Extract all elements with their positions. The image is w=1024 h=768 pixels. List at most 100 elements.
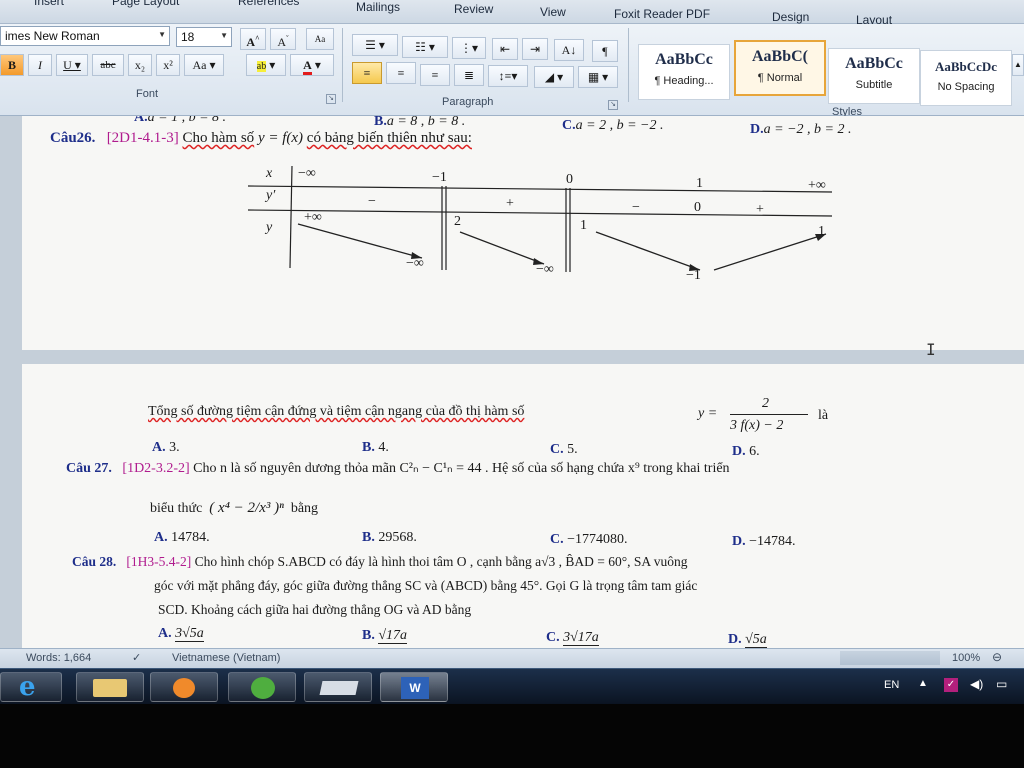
media-player-icon[interactable]: [150, 672, 218, 702]
show-formatting-button[interactable]: ¶: [592, 40, 618, 62]
question-28-line1: Câu 28. [1H3-5.4-2] Cho hình chóp S.ABCD…: [72, 554, 688, 569]
tab-design[interactable]: Design: [772, 10, 809, 24]
strikethrough-button[interactable]: abc: [92, 54, 124, 76]
question-26-header: Câu26. [2D1-4.1-3] Cho hàm số y = f(x) c…: [50, 130, 472, 147]
proofing-icon[interactable]: ✓: [132, 651, 141, 664]
table-row-y: y: [266, 220, 273, 235]
highlight-color-button[interactable]: ab ▾: [246, 54, 286, 76]
superscript-button[interactable]: x²: [156, 54, 180, 76]
zoom-out-icon[interactable]: ⊖: [992, 650, 1002, 664]
q27-option-a: A. 14784.: [154, 530, 210, 545]
document-page[interactable]: Tổng số đường tiệm cận đứng và tiệm cận …: [22, 364, 1024, 648]
font-name-combo[interactable]: imes New Roman ▼: [0, 26, 170, 46]
word-count[interactable]: Words: 1,664: [26, 652, 91, 664]
style-name: Subtitle: [855, 79, 893, 91]
paragraph-group-label: Paragraph: [442, 96, 494, 108]
multilevel-list-button[interactable]: ⋮▾: [452, 37, 486, 59]
align-right-button[interactable]: ≡: [420, 64, 450, 86]
font-name-value: imes New Roman: [5, 29, 100, 43]
chevron-down-icon: ▼: [158, 30, 166, 39]
subscript-button[interactable]: x₂: [128, 54, 152, 76]
style-heading[interactable]: AaBbCc ¶ Heading...: [638, 44, 730, 100]
style-name: ¶ Normal: [757, 72, 803, 84]
style-no-spacing[interactable]: AaBbCcDc No Spacing: [920, 50, 1012, 106]
paragraph-dialog-launcher-icon[interactable]: ↘: [608, 100, 618, 110]
yprime-sign: +: [506, 196, 514, 211]
style-name: ¶ Heading...: [654, 75, 714, 87]
style-sample: AaBbCc: [845, 55, 903, 72]
bold-button[interactable]: B: [0, 54, 24, 76]
underline-button[interactable]: U ▾: [56, 54, 88, 76]
volume-icon[interactable]: ◀): [970, 677, 983, 691]
styles-scroll-icon[interactable]: ▲: [1012, 54, 1024, 76]
table-rule: [247, 185, 833, 193]
document-page[interactable]: A.a = 1 , b = 8 . B.a = 8 , b = 8 . C.a …: [22, 116, 1024, 359]
sort-button[interactable]: A↓: [554, 39, 584, 61]
reader-app-icon[interactable]: [304, 672, 372, 702]
q26-option-a: A. 3.: [152, 440, 180, 455]
view-buttons[interactable]: [840, 651, 940, 665]
font-size-combo[interactable]: 18 ▼: [176, 27, 232, 47]
font-effects-button[interactable]: Aa ▾: [184, 54, 224, 76]
style-normal[interactable]: AaBbC( ¶ Normal: [734, 40, 826, 96]
tab-insert[interactable]: Insert: [34, 0, 64, 8]
x-value: +∞: [808, 178, 826, 193]
tray-app-icon[interactable]: ✓: [944, 678, 958, 692]
chevron-down-icon: ▼: [220, 31, 228, 40]
font-dialog-launcher-icon[interactable]: ↘: [326, 94, 336, 104]
increase-indent-button[interactable]: ⇥: [522, 38, 548, 60]
y-value: −∞: [406, 256, 424, 271]
prev-option-c: C.a = 2 , b = −2 .: [562, 118, 664, 133]
monitor-bezel: [0, 704, 1024, 768]
tab-review[interactable]: Review: [454, 2, 493, 16]
bullets-button[interactable]: ☰ ▾: [352, 34, 398, 56]
ie-icon[interactable]: e: [0, 672, 62, 702]
y-value: 2: [454, 214, 461, 229]
numbering-button[interactable]: ☷ ▾: [402, 36, 448, 58]
tab-references[interactable]: References: [238, 0, 299, 8]
file-explorer-icon[interactable]: [76, 672, 144, 702]
question-27-line2: biểu thức ( x⁴ − 2/x³ )ⁿ bằng: [150, 500, 319, 516]
decrease-indent-button[interactable]: ⇤: [492, 38, 518, 60]
table-row-x: x: [266, 166, 273, 181]
q26-question-text: Tổng số đường tiệm cận đứng và tiệm cận …: [148, 404, 525, 419]
line-spacing-button[interactable]: ↕≡▾: [488, 65, 528, 87]
x-value: −1: [432, 170, 447, 185]
tray-chevron-up-icon[interactable]: ▲: [918, 678, 928, 689]
q26-option-b: B. 4.: [362, 440, 389, 455]
word-app-icon[interactable]: W: [380, 672, 448, 702]
tab-view[interactable]: View: [540, 5, 566, 19]
font-size-value: 18: [181, 30, 195, 44]
yprime-sign: +: [756, 202, 764, 217]
font-color-button[interactable]: A ▾: [290, 54, 334, 76]
fraction-bar: [730, 414, 808, 415]
align-center-button[interactable]: ≡: [386, 62, 416, 84]
tab-foxit-reader-pdf[interactable]: Foxit Reader PDF: [614, 7, 710, 21]
question-27-line1: Câu 27. [1D2-3.2-2] Cho n là số nguyên d…: [66, 461, 730, 476]
group-separator: [628, 28, 629, 102]
change-case-icon[interactable]: Aa: [306, 28, 334, 50]
shrink-font-button[interactable]: Aˇ: [270, 28, 296, 50]
style-sample: AaBbCc: [655, 51, 713, 68]
q28-option-b: B. √17a: [362, 628, 408, 644]
language-tray[interactable]: EN: [884, 679, 899, 691]
justify-button[interactable]: ≣: [454, 64, 484, 86]
tab-page-layout[interactable]: Page Layout: [112, 0, 179, 8]
y-value: −1: [686, 268, 701, 283]
style-subtitle[interactable]: AaBbCc Subtitle: [828, 48, 920, 104]
tab-mailings[interactable]: Mailings: [356, 0, 400, 14]
language-indicator[interactable]: Vietnamese (Vietnam): [172, 652, 280, 664]
q26-suffix: là: [818, 408, 829, 423]
italic-button[interactable]: I: [28, 54, 52, 76]
grow-font-button[interactable]: A^: [240, 28, 266, 50]
zoom-level[interactable]: 100%: [952, 652, 980, 664]
network-icon[interactable]: ▭: [996, 677, 1007, 691]
variation-table: [247, 165, 833, 272]
align-left-button[interactable]: ≡: [352, 62, 382, 84]
app-green-icon[interactable]: [228, 672, 296, 702]
status-bar: Words: 1,664 ✓ Vietnamese (Vietnam) 100%…: [0, 648, 1024, 668]
shading-button[interactable]: ◢ ▾: [534, 66, 574, 88]
borders-button[interactable]: ▦ ▾: [578, 66, 618, 88]
x-value: −∞: [298, 166, 316, 181]
document-area[interactable]: A.a = 1 , b = 8 . B.a = 8 , b = 8 . C.a …: [0, 116, 1024, 648]
